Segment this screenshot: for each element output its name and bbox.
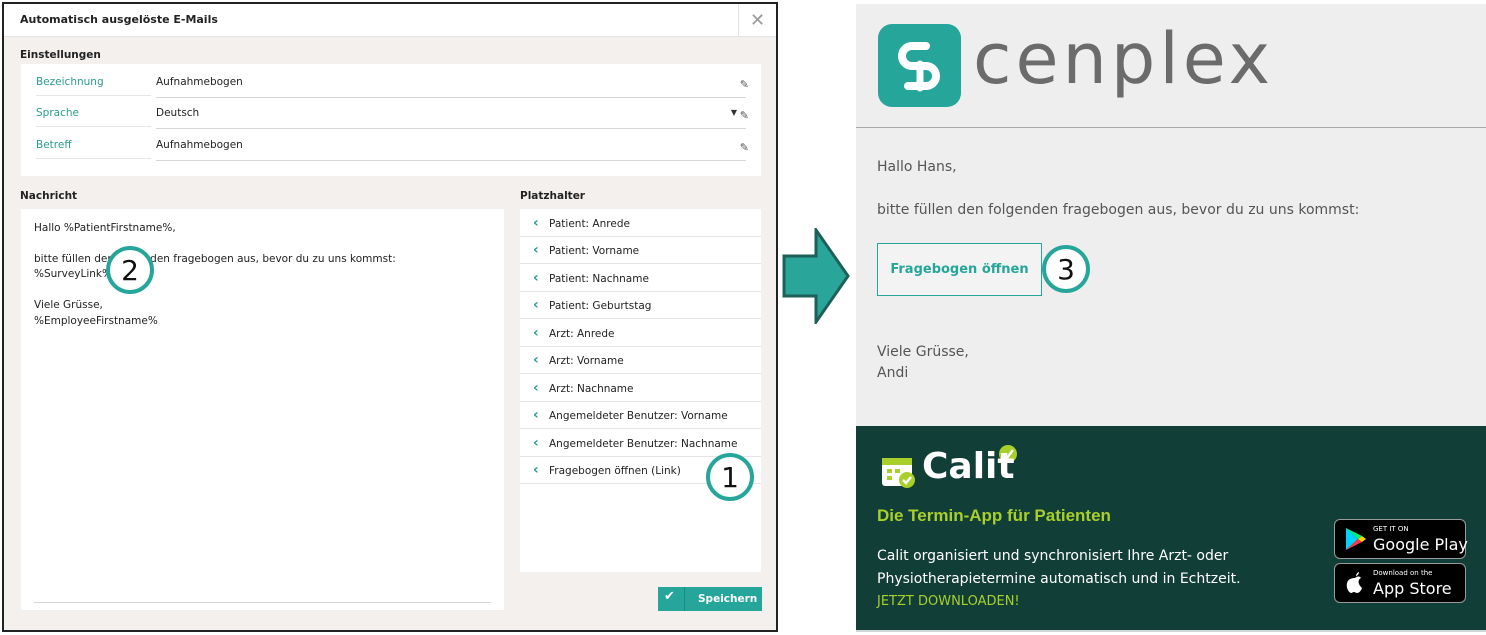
sprache-select[interactable]: Deutsch [156,107,746,129]
email-body: bitte füllen den folgenden fragebogen au… [877,202,1360,218]
settings-panel: Bezeichnung Aufnahmebogen ✎ Sprache Deut… [21,64,761,176]
setting-label: Sprache [36,107,151,127]
placeholder-heading: Platzhalter [520,190,585,202]
message-line: bitte füllen den folgenden fragebogen au… [34,253,396,265]
download-link[interactable]: JETZT DOWNLOADEN! [877,594,1020,609]
email-greeting: Hallo Hans, [877,159,957,175]
step-badge-3: 3 [1042,245,1090,293]
arrow-right-icon [782,228,850,324]
save-button[interactable]: ✔ Speichern [658,587,762,611]
message-heading: Nachricht [20,190,78,202]
calit-footer: Calit Die Termin-App für Patienten Calit… [856,426,1486,632]
apple-icon [1346,572,1362,593]
pencil-icon[interactable]: ✎ [740,109,749,122]
close-icon: ✕ [749,10,766,31]
chevron-left-icon: ‹ [533,325,539,341]
setting-row-bezeichnung: Bezeichnung Aufnahmebogen ✎ [36,66,749,98]
setting-row-betreff: Betreff Aufnahmebogen ✎ [36,129,749,161]
placeholder-item[interactable]: ‹ Patient: Nachname [520,265,761,292]
chevron-left-icon: ‹ [533,270,539,286]
save-button-label: Speichern [698,593,758,605]
calit-logo-text: Calit [922,446,1015,487]
placeholder-item[interactable]: ‹ Arzt: Vorname [520,347,761,374]
placeholder-item[interactable]: ‹ Patient: Anrede [520,210,761,237]
chevron-left-icon: ‹ [533,435,539,451]
calit-description: Physiotherapietermine automatisch und in… [877,571,1241,587]
message-line: Hallo %PatientFirstname%, [34,222,176,234]
placeholder-item[interactable]: ‹ Arzt: Anrede [520,320,761,347]
chevron-left-icon: ‹ [533,352,539,368]
placeholder-item[interactable]: ‹ Angemeldeter Benutzer: Vorname [520,402,761,429]
placeholder-item[interactable]: ‹ Patient: Geburtstag [520,292,761,319]
cenplex-logo-text: cenplex [973,18,1275,100]
google-play-icon [1346,528,1366,550]
dialog-title: Automatisch ausgelöste E-Mails [20,13,218,26]
placeholder-item[interactable]: ‹ Patient: Vorname [520,237,761,264]
cenplex-logo-icon [878,24,961,107]
step-badge-1: 1 [706,453,754,501]
check-icon: ✔ [664,589,675,604]
calendar-check-icon [882,458,915,488]
chevron-left-icon: ‹ [533,297,539,313]
email-settings-dialog: Automatisch ausgelöste E-Mails ✕ Einstel… [2,2,778,632]
chevron-left-icon: ‹ [533,242,539,258]
pencil-icon[interactable]: ✎ [740,141,749,154]
setting-row-sprache: Sprache Deutsch ▼ ✎ [36,97,749,129]
message-editor[interactable]: Hallo %PatientFirstname%, bitte füllen d… [21,209,504,610]
placeholder-list: ‹ Patient: Anrede ‹ Patient: Vorname ‹ Pati… [520,209,761,572]
bezeichnung-field[interactable]: Aufnahmebogen [156,76,746,98]
google-play-button[interactable]: GET IT ON Google Play [1334,519,1468,559]
chevron-left-icon: ‹ [533,215,539,231]
email-header: cenplex [856,4,1486,128]
message-line: Viele Grüsse, [34,299,103,311]
dialog-header: Automatisch ausgelöste E-Mails ✕ [4,4,776,37]
chevron-left-icon: ‹ [533,380,539,396]
placeholder-item[interactable]: ‹ Arzt: Nachname [520,375,761,402]
message-line: %SurveyLink% [34,268,112,280]
button-divider [684,587,685,611]
calit-description: Calit organisiert und synchronisiert Ihr… [877,548,1229,564]
calit-tagline: Die Termin-App für Patienten [877,506,1111,525]
email-closing: Viele Grüsse, [877,344,969,360]
setting-label: Bezeichnung [36,76,151,96]
chevron-left-icon: ‹ [533,462,539,478]
email-signature: Andi [877,365,909,381]
open-survey-button[interactable]: Fragebogen öffnen [877,243,1042,296]
pencil-icon[interactable]: ✎ [740,78,749,91]
setting-label: Betreff [36,139,151,159]
app-store-button[interactable]: Download on the App Store [1334,563,1466,603]
step-badge-2: 2 [106,246,154,294]
email-preview: cenplex Hallo Hans, bitte füllen den fol… [856,4,1486,632]
footer-rule [856,630,1486,632]
betreff-field[interactable]: Aufnahmebogen [156,139,746,161]
message-line: %EmployeeFirstname% [34,315,158,327]
settings-heading: Einstellungen [20,49,101,61]
caret-down-icon[interactable]: ▼ [731,108,737,117]
close-button[interactable]: ✕ [738,4,776,37]
chevron-left-icon: ‹ [533,407,539,423]
editor-underline [34,602,491,603]
